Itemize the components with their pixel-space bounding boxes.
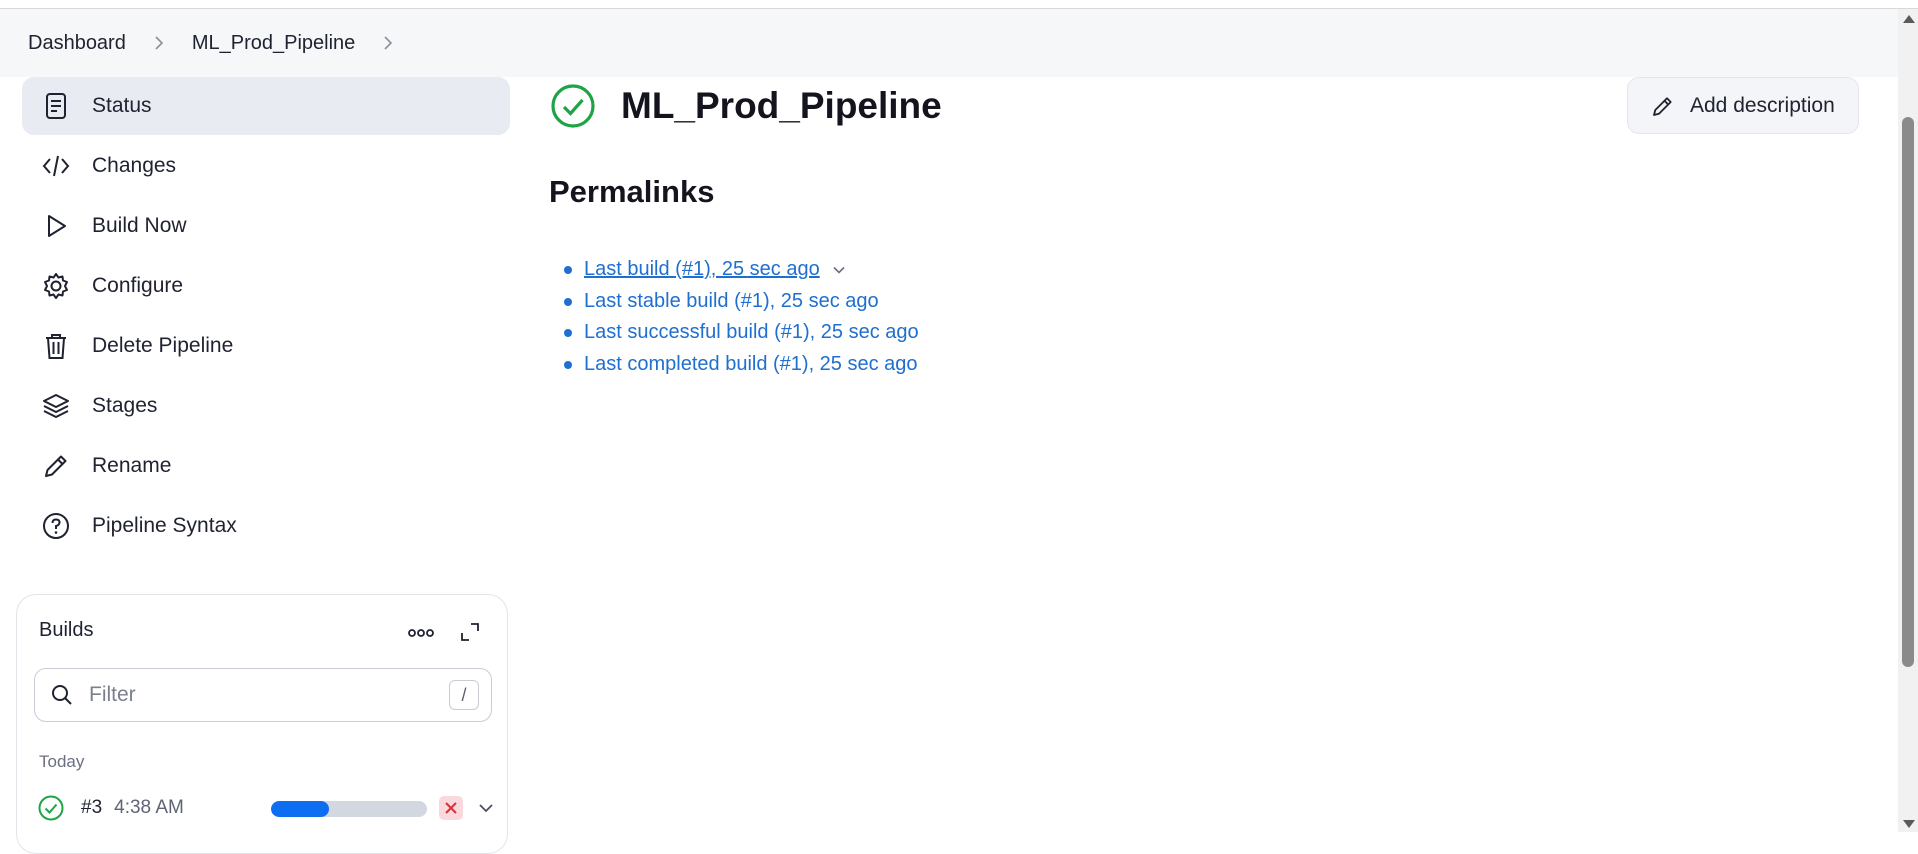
chevron-right-icon: [152, 36, 166, 50]
chevron-down-icon[interactable]: [830, 261, 848, 279]
expand-icon[interactable]: [459, 621, 481, 643]
window-top-border: [0, 0, 1918, 9]
chevron-right-icon[interactable]: [381, 36, 395, 50]
build-time: 4:38 AM: [114, 797, 184, 818]
build-number[interactable]: #3: [81, 797, 102, 819]
sidebar-item-label: Build Now: [92, 214, 187, 237]
permalink-last-build[interactable]: Last build (#1), 25 sec ago: [584, 258, 820, 281]
sidebar-item-label: Status: [92, 94, 152, 117]
sidebar-item-delete-pipeline[interactable]: Delete Pipeline: [22, 317, 510, 375]
add-description-label: Add description: [1690, 93, 1835, 117]
list-item: Last build (#1), 25 sec ago: [564, 254, 919, 286]
scroll-up-arrow-icon[interactable]: [1903, 15, 1915, 23]
sidebar: Status Changes Build Now Configure Delet…: [22, 77, 510, 557]
breadcrumb: Dashboard ML_Prod_Pipeline: [0, 9, 1898, 77]
list-item: Last completed build (#1), 25 sec ago: [564, 349, 919, 381]
scroll-down-arrow-icon[interactable]: [1903, 820, 1915, 828]
permalink-last-successful-build[interactable]: Last successful build (#1), 25 sec ago: [584, 321, 919, 344]
search-icon: [52, 685, 72, 705]
permalinks-heading: Permalinks: [549, 174, 715, 209]
pencil-icon: [1653, 96, 1672, 116]
document-icon: [40, 90, 72, 122]
add-description-button[interactable]: Add description: [1627, 77, 1859, 134]
builds-filter: /: [34, 668, 492, 722]
sidebar-item-label: Configure: [92, 274, 184, 297]
pencil-icon: [40, 450, 72, 482]
page-header: ML_Prod_Pipeline: [549, 82, 942, 130]
keyboard-shortcut-hint: /: [449, 680, 479, 710]
trash-icon: [40, 330, 72, 362]
sidebar-item-label: Changes: [92, 154, 177, 177]
breadcrumb-dashboard[interactable]: Dashboard: [28, 32, 126, 55]
builds-title: Builds: [39, 619, 94, 641]
play-icon: [40, 210, 72, 242]
chevron-down-icon[interactable]: [477, 799, 495, 817]
list-item: Last successful build (#1), 25 sec ago: [564, 317, 919, 349]
sidebar-item-configure[interactable]: Configure: [22, 257, 510, 315]
sidebar-item-status[interactable]: Status: [22, 77, 510, 135]
list-item: Last stable build (#1), 25 sec ago: [564, 286, 919, 318]
filter-input[interactable]: [87, 682, 431, 708]
permalink-last-completed-build[interactable]: Last completed build (#1), 25 sec ago: [584, 353, 918, 376]
build-progress-fill: [271, 801, 329, 817]
sidebar-item-label: Rename: [92, 454, 172, 477]
help-circle-icon: [40, 510, 72, 542]
permalink-list: Last build (#1), 25 sec ago Last stable …: [564, 254, 919, 381]
close-icon: [445, 802, 457, 814]
build-progress-bar: [271, 801, 427, 817]
sidebar-item-label: Delete Pipeline: [92, 334, 234, 357]
sidebar-item-label: Pipeline Syntax: [92, 514, 237, 537]
layers-icon: [40, 390, 72, 422]
sidebar-item-pipeline-syntax[interactable]: Pipeline Syntax: [22, 497, 510, 555]
sidebar-item-stages[interactable]: Stages: [22, 377, 510, 435]
abort-build-button[interactable]: [439, 796, 463, 820]
sidebar-item-changes[interactable]: Changes: [22, 137, 510, 195]
breadcrumb-ml-prod-pipeline[interactable]: ML_Prod_Pipeline: [192, 32, 355, 55]
build-row[interactable]: #3 4:38 AM: [37, 791, 497, 825]
page-title: ML_Prod_Pipeline: [621, 85, 942, 126]
permalink-last-stable-build[interactable]: Last stable build (#1), 25 sec ago: [584, 290, 879, 313]
builds-panel: Builds / Today #3 4:38 AM: [16, 594, 508, 854]
gear-icon: [40, 270, 72, 302]
build-group-label: Today: [39, 752, 85, 771]
sidebar-item-build-now[interactable]: Build Now: [22, 197, 510, 255]
success-status-icon: [551, 84, 595, 128]
sidebar-item-label: Stages: [92, 394, 158, 417]
vertical-scrollbar[interactable]: [1898, 9, 1918, 832]
more-options-icon[interactable]: [407, 623, 435, 643]
sidebar-item-rename[interactable]: Rename: [22, 437, 510, 495]
scrollbar-thumb[interactable]: [1902, 117, 1914, 667]
success-icon: [38, 795, 64, 821]
code-icon: [40, 150, 72, 182]
